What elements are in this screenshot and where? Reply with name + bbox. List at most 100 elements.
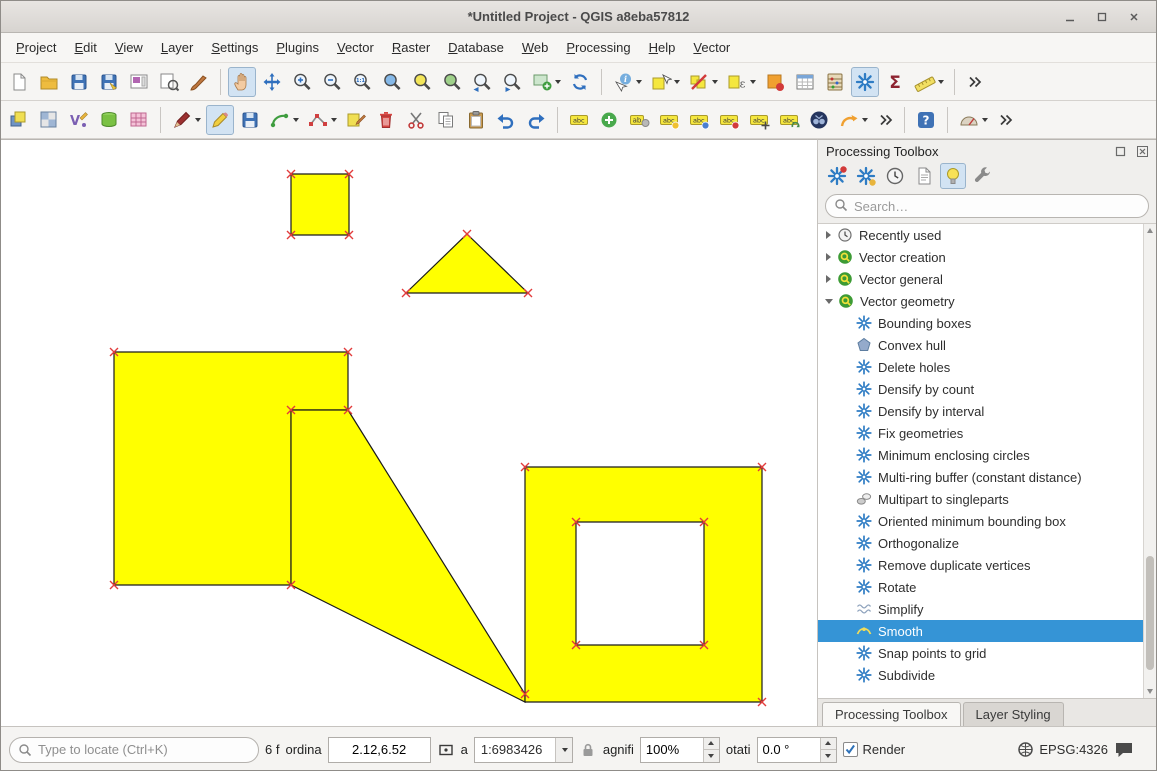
delete-selected-button[interactable] [372, 105, 400, 135]
zoom-native-button[interactable]: 1:1 [348, 67, 376, 97]
vertex-tool-button[interactable] [304, 105, 340, 135]
search-features-button[interactable] [805, 105, 833, 135]
new-project-button[interactable] [5, 67, 33, 97]
dropdown-arrow-icon[interactable] [674, 80, 680, 84]
toolbar-overflow-button[interactable] [962, 67, 986, 97]
new-print-layout-button[interactable] [125, 67, 153, 97]
tree-item-minimum-enclosing-circles[interactable]: Minimum enclosing circles [818, 444, 1143, 466]
minimize-button[interactable] [1058, 5, 1082, 29]
zoom-to-layer-button[interactable] [438, 67, 466, 97]
maximize-button[interactable] [1090, 5, 1114, 29]
magnifier-input[interactable] [641, 738, 703, 762]
shape-square[interactable] [291, 174, 349, 235]
tree-item-vector-geometry[interactable]: Vector geometry [818, 290, 1143, 312]
select-features-button[interactable] [647, 67, 683, 97]
menu-raster[interactable]: Raster [383, 35, 439, 60]
scroll-down-arrow[interactable] [1147, 689, 1153, 694]
tree-item-multi-ring-buffer-constant-distance[interactable]: Multi-ring buffer (constant distance) [818, 466, 1143, 488]
identify-features-button[interactable]: i [609, 67, 645, 97]
tree-item-snap-points-to-grid[interactable]: Snap points to grid [818, 642, 1143, 664]
zoom-next-button[interactable] [498, 67, 526, 97]
modify-attributes-button[interactable] [342, 105, 370, 135]
dropdown-arrow-icon[interactable] [331, 118, 337, 122]
float-panel-button[interactable] [1112, 143, 1128, 159]
menu-web[interactable]: Web [513, 35, 558, 60]
render-checkbox[interactable] [843, 742, 858, 757]
add-raster-layer-button[interactable] [35, 105, 63, 135]
menu-view[interactable]: View [106, 35, 152, 60]
rotate-label-button[interactable]: abc [775, 105, 803, 135]
paste-features-button[interactable] [462, 105, 490, 135]
new-shapefile-layer-button[interactable]: V [65, 105, 93, 135]
layer-labeling-button[interactable]: abc [565, 105, 593, 135]
layout-manager-button[interactable] [155, 67, 183, 97]
scroll-up-arrow[interactable] [1147, 228, 1153, 233]
tree-item-subdivide[interactable]: Subdivide [818, 664, 1143, 686]
tree-item-oriented-minimum-bounding-box[interactable]: Oriented minimum bounding box [818, 510, 1143, 532]
move-label-button[interactable]: abc [745, 105, 773, 135]
menu-vector[interactable]: Vector [328, 35, 383, 60]
locator-input[interactable] [32, 742, 250, 757]
select-by-expression-button[interactable]: ε [723, 67, 759, 97]
close-button[interactable] [1122, 5, 1146, 29]
save-project-button[interactable] [65, 67, 93, 97]
dropdown-arrow-icon[interactable] [750, 80, 756, 84]
dropdown-arrow-icon[interactable] [712, 80, 718, 84]
menu-help[interactable]: Help [640, 35, 685, 60]
help-button[interactable]: ? [912, 105, 940, 135]
tree-item-fix-geometries[interactable]: Fix geometries [818, 422, 1143, 444]
collapse-arrow-icon[interactable] [825, 299, 833, 304]
dropdown-arrow-icon[interactable] [862, 118, 868, 122]
scrollbar[interactable] [1143, 224, 1156, 698]
digitize-with-curve-button[interactable] [266, 105, 302, 135]
tree-item-densify-by-count[interactable]: Densify by count [818, 378, 1143, 400]
new-map-view-button[interactable] [528, 67, 564, 97]
crs-button[interactable]: EPSG:4326 [1017, 741, 1108, 758]
expand-arrow-icon[interactable] [826, 275, 831, 283]
tree-item-delete-holes[interactable]: Delete holes [818, 356, 1143, 378]
processing-toolbox-button[interactable] [851, 67, 879, 97]
rotation-input[interactable] [758, 738, 820, 762]
zoom-full-button[interactable] [378, 67, 406, 97]
pin-labels-button[interactable]: abc [685, 105, 713, 135]
pan-to-selection-button[interactable] [258, 67, 286, 97]
spin-up-button[interactable] [821, 738, 836, 751]
toolbar2-overflow-button[interactable] [993, 105, 1017, 135]
current-edits-button[interactable] [168, 105, 204, 135]
dropdown-arrow-icon[interactable] [982, 118, 988, 122]
dropdown-arrow-icon[interactable] [938, 80, 944, 84]
messages-button[interactable] [1114, 741, 1134, 759]
tree-item-bounding-boxes[interactable]: Bounding boxes [818, 312, 1143, 334]
tree-item-multipart-to-singleparts[interactable]: Multipart to singleparts [818, 488, 1143, 510]
save-layer-edits-button[interactable] [236, 105, 264, 135]
tree-item-remove-duplicate-vertices[interactable]: Remove duplicate vertices [818, 554, 1143, 576]
menu-processing[interactable]: Processing [557, 35, 639, 60]
coordinate-input[interactable] [328, 737, 431, 763]
data-source-manager-button[interactable] [5, 105, 33, 135]
angle-tool-button[interactable] [955, 105, 991, 135]
menu-edit[interactable]: Edit [65, 35, 105, 60]
menu-project[interactable]: Project [7, 35, 65, 60]
shape-right-rect[interactable] [525, 467, 762, 702]
tree-item-convex-hull[interactable]: Convex hull [818, 334, 1143, 356]
undo-button[interactable] [492, 105, 520, 135]
zoom-out-button[interactable] [318, 67, 346, 97]
tree-item-vector-creation[interactable]: Vector creation [818, 246, 1143, 268]
save-project-as-button[interactable] [95, 67, 123, 97]
results-viewer-button[interactable] [911, 163, 937, 189]
dropdown-arrow-icon[interactable] [555, 80, 561, 84]
close-panel-button[interactable] [1134, 143, 1150, 159]
show-hide-labels-button[interactable]: abc [715, 105, 743, 135]
lock-icon[interactable] [579, 741, 597, 759]
dropdown-arrow-icon[interactable] [195, 118, 201, 122]
pan-map-button[interactable] [228, 67, 256, 97]
titlebar[interactable]: *Untitled Project - QGIS a8eba57812 [1, 1, 1156, 33]
tree-item-recently-used[interactable]: Recently used [818, 224, 1143, 246]
menu-layer[interactable]: Layer [152, 35, 203, 60]
refresh-button[interactable] [566, 67, 594, 97]
zoom-in-button[interactable] [288, 67, 316, 97]
scale-combo[interactable]: 1:6983426 [474, 737, 573, 763]
shape-band[interactable] [291, 410, 525, 702]
measure-button[interactable] [911, 67, 947, 97]
spin-down-button[interactable] [821, 750, 836, 762]
